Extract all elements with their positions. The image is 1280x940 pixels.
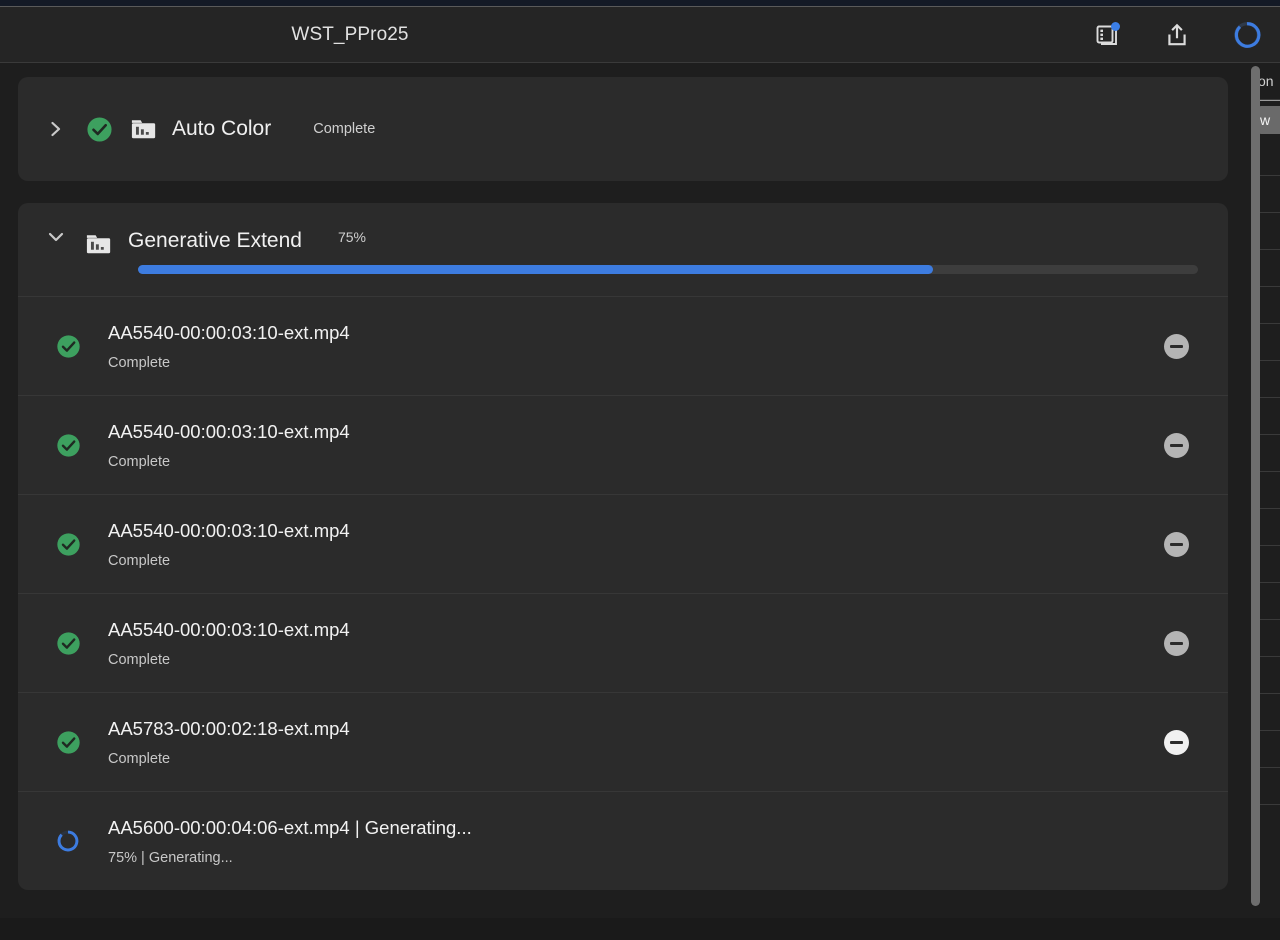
notifications-panel-icon[interactable] — [1092, 20, 1122, 50]
check-circle-glyph — [56, 532, 80, 556]
minus-bar-glyph — [1169, 641, 1183, 645]
job-status-text: Complete — [108, 552, 171, 569]
check-circle-glyph — [56, 334, 80, 358]
job-filename: AA5600-00:00:04:06-ext.mp4 | Generating.… — [108, 816, 472, 838]
job-status-text: Complete — [108, 651, 171, 668]
section-header-auto-color[interactable]: Auto Color Complete — [18, 77, 1228, 181]
remove-job-button[interactable] — [1154, 432, 1198, 458]
status-complete-icon — [36, 334, 100, 359]
progress-spinner-glyph — [1234, 21, 1261, 48]
jobs-panel: Auto Color Complete Generative Extend 75… — [0, 63, 1246, 940]
folder-chart-glyph — [131, 119, 155, 138]
minus-circle-icon — [1163, 432, 1189, 458]
status-complete-icon — [36, 433, 100, 458]
chevron-right-icon[interactable] — [36, 119, 76, 139]
status-complete-icon — [36, 631, 100, 656]
chevron-right-glyph — [51, 121, 61, 137]
share-export-icon[interactable] — [1162, 20, 1192, 50]
job-filename: AA5540-00:00:03:10-ext.mp4 — [108, 321, 350, 343]
table-row[interactable]: AA5540-00:00:03:10-ext.mp4 Complete — [18, 494, 1228, 593]
job-filename: AA5540-00:00:03:10-ext.mp4 — [108, 420, 350, 442]
window-bottom-strip — [0, 918, 1280, 940]
section-title: Generative Extend — [128, 229, 302, 252]
minus-circle-icon — [1163, 531, 1189, 557]
section-card-generative-extend: Generative Extend 75% AA5540-00:00:03:10… — [18, 203, 1228, 890]
job-filename: AA5540-00:00:03:10-ext.mp4 — [108, 519, 350, 541]
remove-job-button[interactable] — [1154, 729, 1198, 755]
job-status-text: Complete — [108, 750, 171, 767]
section-status: Complete — [313, 121, 376, 137]
job-filename: AA5783-00:00:02:18-ext.mp4 — [108, 717, 350, 739]
job-status-text: 75% | Generating... — [108, 849, 233, 866]
status-complete-icon — [36, 532, 100, 557]
titlebar: WST_PPro25 — [0, 7, 1280, 62]
progress-spinner-icon — [1232, 20, 1262, 50]
spinner-glyph — [57, 830, 79, 852]
chevron-down-glyph — [48, 232, 64, 242]
minus-bar-glyph — [1169, 443, 1183, 447]
section-progress-wrapper — [18, 265, 1228, 296]
job-status-text: Complete — [108, 453, 171, 470]
progress-bar-fill — [138, 265, 933, 274]
remove-job-button[interactable] — [1154, 531, 1198, 557]
minus-bar-glyph — [1169, 344, 1183, 348]
remove-job-button[interactable] — [1154, 333, 1198, 359]
page-title: WST_PPro25 — [291, 23, 409, 45]
progress-bar-track — [138, 265, 1198, 274]
status-complete-icon — [36, 730, 100, 755]
check-circle-glyph — [56, 631, 80, 655]
table-row[interactable]: AA5540-00:00:03:10-ext.mp4 Complete — [18, 593, 1228, 692]
section-type-icon-slot — [76, 229, 122, 260]
check-circle-glyph — [56, 433, 80, 457]
folder-chart-icon — [122, 114, 166, 145]
job-text-block: AA5540-00:00:03:10-ext.mp4 Complete — [100, 421, 1154, 470]
job-text-block: AA5540-00:00:03:10-ext.mp4 Complete — [100, 322, 1154, 371]
folder-chart-icon — [86, 235, 110, 254]
check-circle-glyph — [86, 116, 112, 142]
share-export-glyph — [1168, 23, 1186, 45]
remove-job-button[interactable] — [1154, 630, 1198, 656]
job-text-block: AA5600-00:00:04:06-ext.mp4 | Generating.… — [100, 817, 1154, 866]
status-complete-icon — [76, 116, 122, 143]
section-progress-percent: 75% — [337, 229, 366, 245]
titlebar-actions — [1092, 20, 1262, 50]
chevron-down-icon[interactable] — [36, 229, 76, 245]
minus-circle-icon — [1163, 729, 1189, 755]
section-header-generative-extend[interactable]: Generative Extend 75% — [18, 203, 1228, 265]
section-card-auto-color: Auto Color Complete — [18, 77, 1228, 181]
notification-badge-dot — [1111, 21, 1120, 31]
table-row[interactable]: AA5783-00:00:02:18-ext.mp4 Complete — [18, 692, 1228, 791]
peek-divider — [1260, 100, 1280, 101]
scrollbar-thumb[interactable] — [1251, 66, 1260, 906]
table-row[interactable]: AA5600-00:00:04:06-ext.mp4 | Generating.… — [18, 791, 1228, 890]
panel-scrollbar[interactable] — [1248, 63, 1262, 940]
job-filename: AA5540-00:00:03:10-ext.mp4 — [108, 618, 350, 640]
section-title: Auto Color — [172, 117, 272, 140]
status-generating-icon — [36, 828, 100, 854]
check-circle-glyph — [56, 730, 80, 754]
table-row[interactable]: AA5540-00:00:03:10-ext.mp4 Complete — [18, 296, 1228, 395]
minus-circle-icon — [1163, 630, 1189, 656]
job-text-block: AA5540-00:00:03:10-ext.mp4 Complete — [100, 619, 1154, 668]
minus-circle-icon — [1163, 333, 1189, 359]
job-text-block: AA5540-00:00:03:10-ext.mp4 Complete — [100, 520, 1154, 569]
table-row[interactable]: AA5540-00:00:03:10-ext.mp4 Complete — [18, 395, 1228, 494]
minus-bar-glyph — [1169, 542, 1183, 546]
job-text-block: AA5783-00:00:02:18-ext.mp4 Complete — [100, 718, 1154, 767]
minus-bar-glyph — [1169, 740, 1183, 744]
job-status-text: Complete — [108, 354, 171, 371]
